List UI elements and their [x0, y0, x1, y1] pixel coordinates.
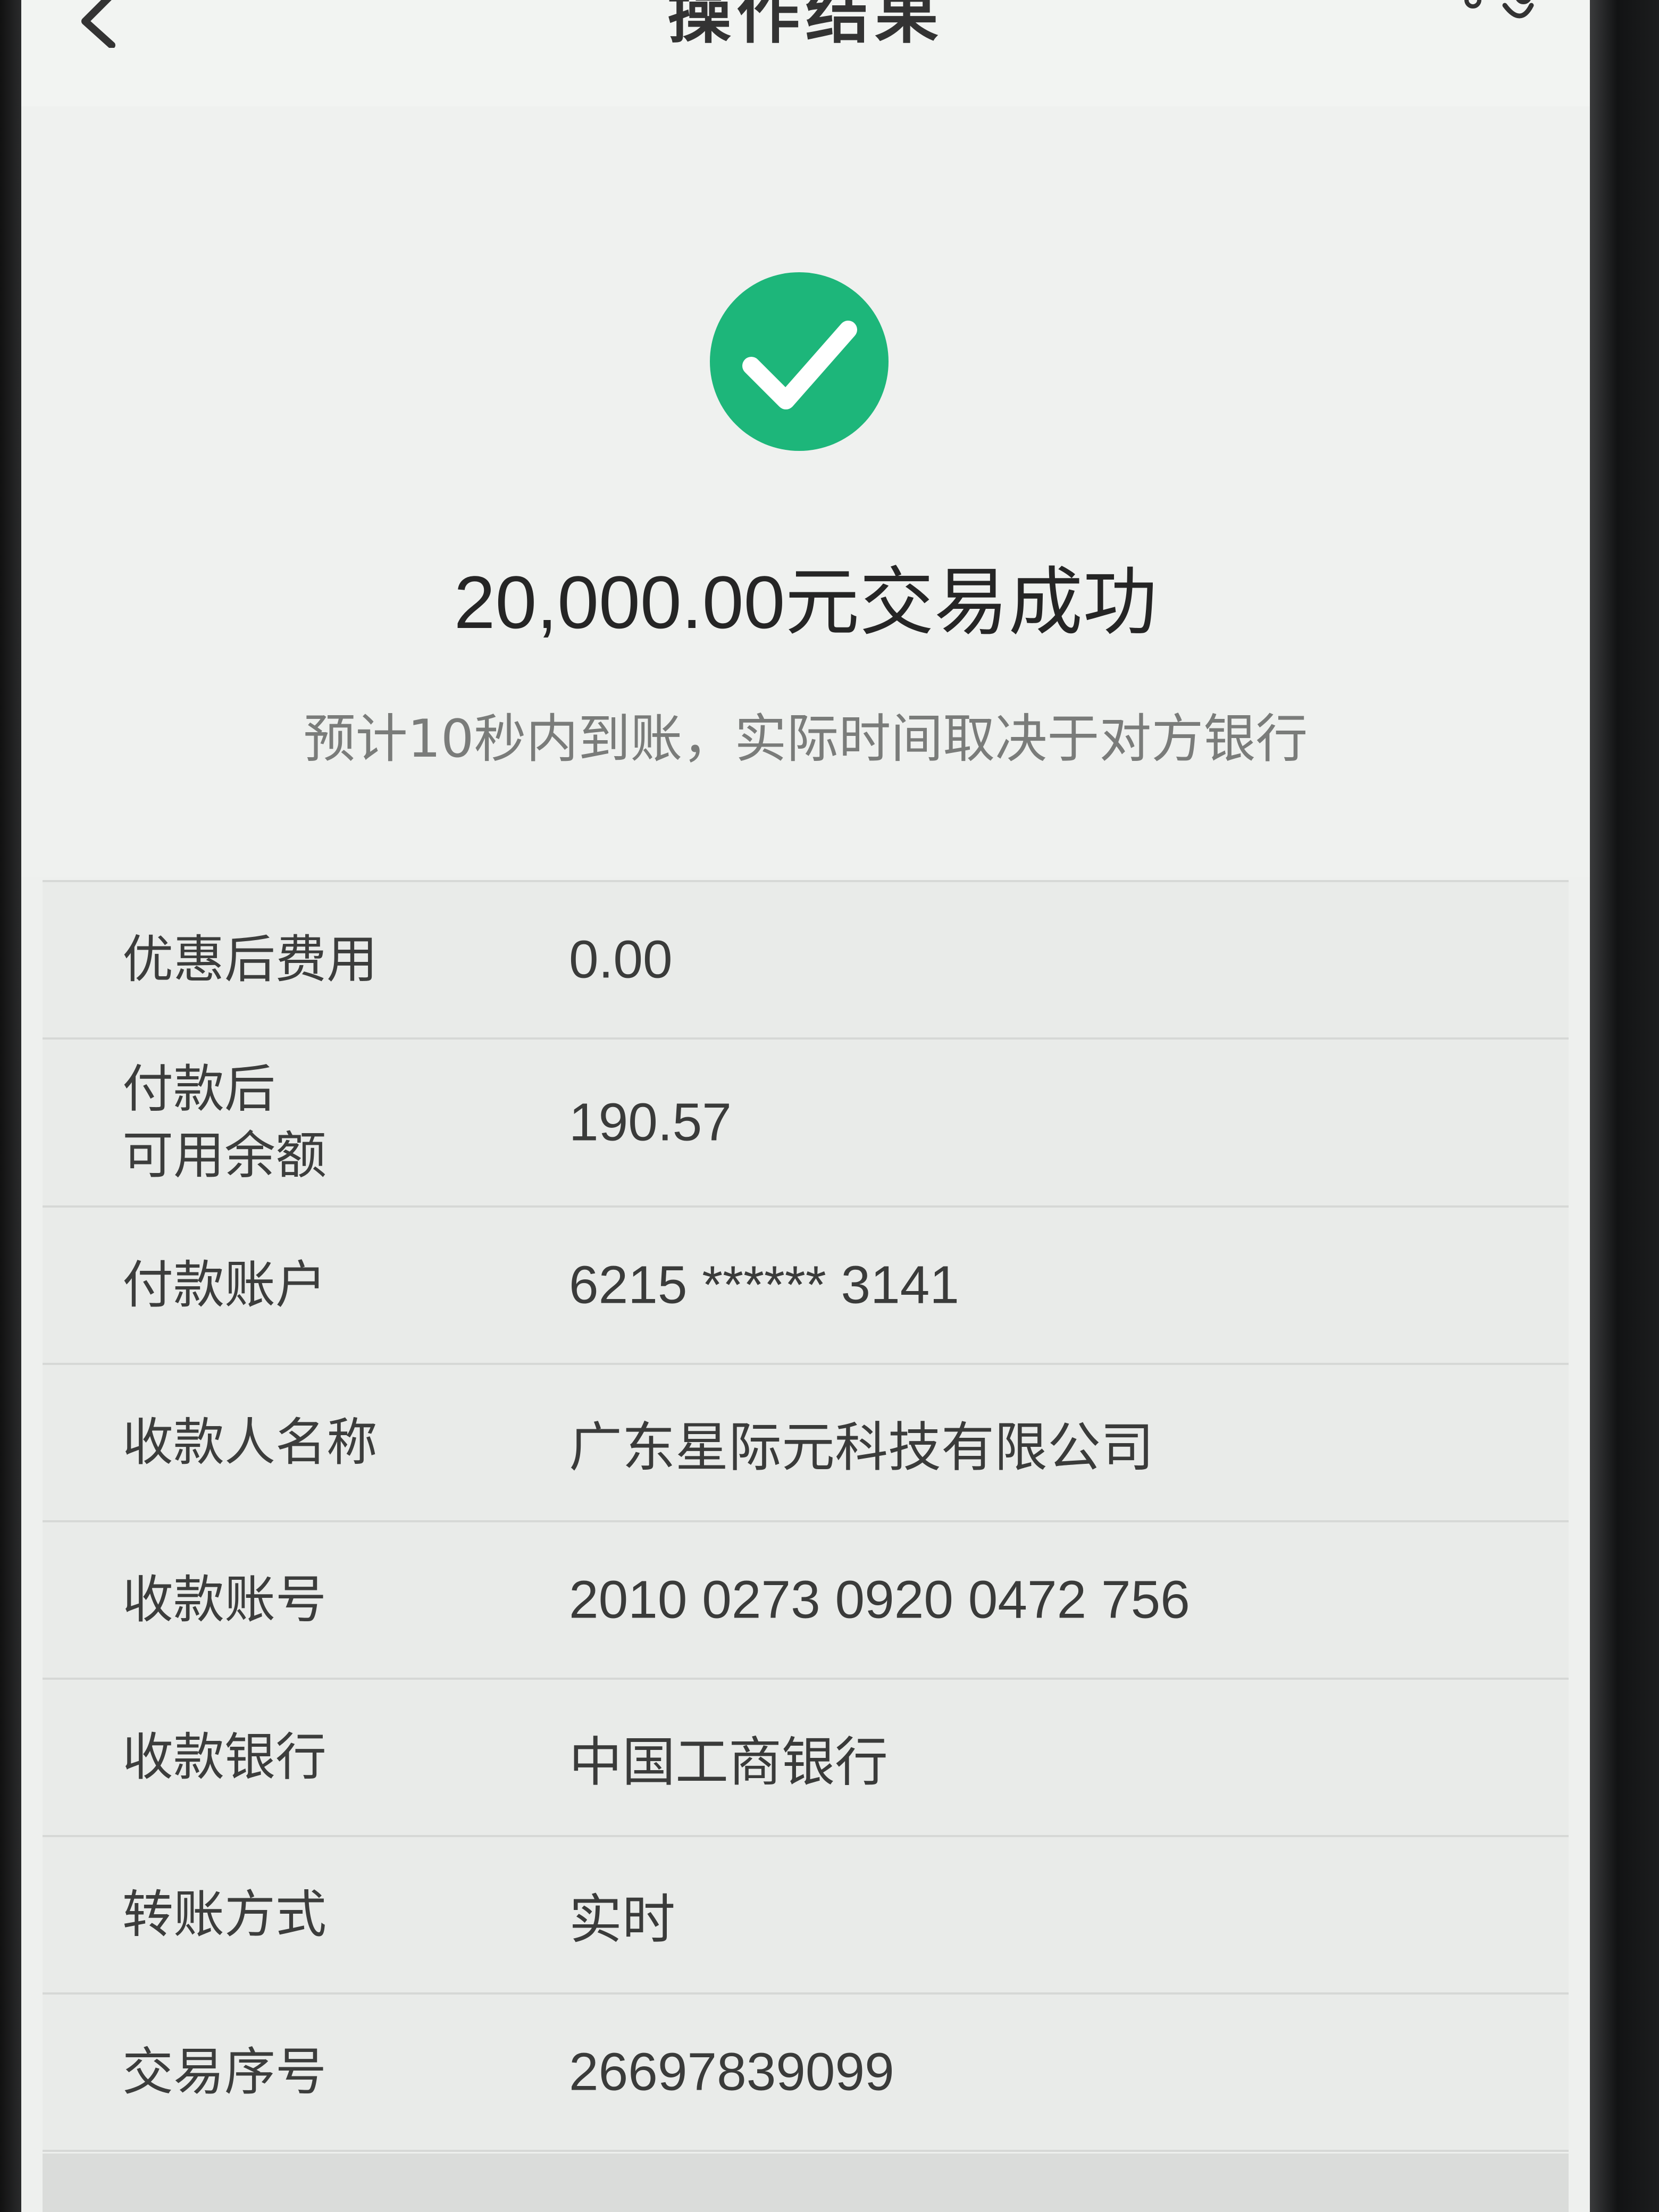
detail-value: 0.00 [569, 929, 673, 990]
detail-value: 26697839099 [569, 2042, 894, 2102]
detail-row-payee-bank: 收款银行 中国工商银行 [43, 1680, 1569, 1837]
footer-divider [43, 2154, 1569, 2212]
check-circle-icon [709, 271, 890, 452]
detail-row-fee: 优惠后费用 0.00 [43, 882, 1569, 1040]
device-bezel-right [1590, 0, 1659, 2212]
result-title: 20,000.00元交易成功 [454, 560, 1158, 644]
detail-label: 收款人名称 [122, 1412, 378, 1472]
result-subtitle: 预计10秒内到账，实际时间取决于对方银行 [303, 709, 1308, 769]
detail-row-payer-account: 付款账户 6215 ****** 3141 [43, 1208, 1569, 1365]
page-title: 操作结果 [667, 0, 944, 52]
detail-value: 中国工商银行 [569, 1732, 888, 1792]
device-bezel-left [0, 0, 21, 2212]
detail-row-transaction-id: 交易序号 26697839099 [43, 1995, 1569, 2152]
detail-label: 收款账号 [122, 1570, 326, 1630]
detail-value: 190.57 [569, 1092, 732, 1152]
detail-value: 广东星际元科技有限公司 [569, 1418, 1154, 1478]
detail-label: 转账方式 [122, 1884, 326, 1945]
detail-row-balance: 付款后 可用余额 190.57 [43, 1040, 1569, 1208]
detail-label: 交易序号 [122, 2042, 326, 2102]
detail-label: 付款账户 [122, 1255, 326, 1315]
result-header: 20,000.00元交易成功 预计10秒内到账，实际时间取决于对方银行 [21, 106, 1590, 877]
detail-row-payee-name: 收款人名称 广东星际元科技有限公司 [43, 1365, 1569, 1522]
detail-label: 优惠后费用 [122, 929, 378, 990]
more-icon[interactable] [1457, 0, 1542, 43]
detail-row-payee-account: 收款账号 2010 0273 0920 0472 756 [43, 1522, 1569, 1680]
result-screen: 操作结果 20,000.00元交易成功 预计10秒内到账，实际时间取决于对方银行… [21, 0, 1590, 2212]
transaction-details: 优惠后费用 0.00 付款后 可用余额 190.57 付款账户 6215 ***… [43, 880, 1569, 2152]
detail-row-transfer-method: 转账方式 实时 [43, 1837, 1569, 1995]
nav-bar: 操作结果 [21, 0, 1590, 108]
detail-value: 2010 0273 0920 0472 756 [569, 1570, 1190, 1630]
detail-label: 付款后 可用余额 [122, 1059, 326, 1185]
detail-value: 实时 [569, 1890, 675, 1950]
detail-value: 6215 ****** 3141 [569, 1255, 959, 1315]
detail-label: 收款银行 [122, 1727, 326, 1787]
